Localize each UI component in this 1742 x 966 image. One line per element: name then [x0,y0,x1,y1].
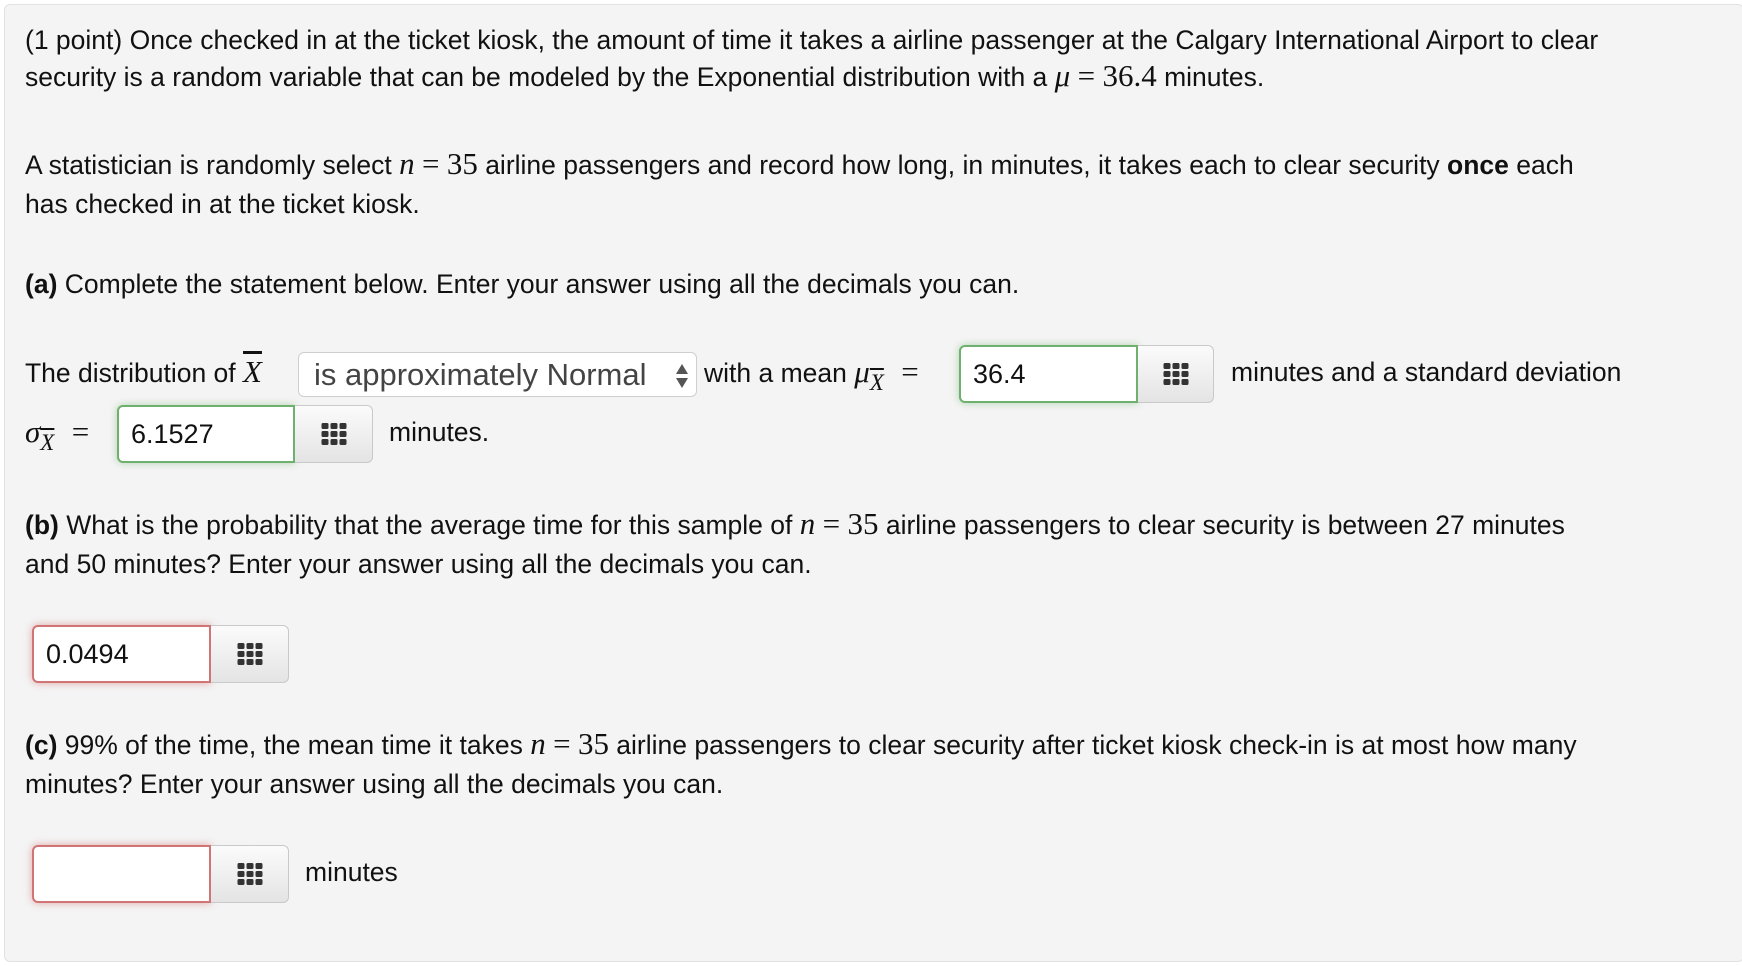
para2-text: each [1508,150,1574,180]
part-b-label: (b) [25,510,59,540]
part-b-answer-input[interactable]: 0.0494 [32,625,211,683]
part-c-line-2: minutes? Enter your answer using all the… [25,764,723,804]
n-symbol: n [530,726,546,761]
n-value: 35 [577,726,609,761]
intro-line-2: security is a random variable that can b… [25,56,1264,97]
part-a-instruction: Complete the statement below. Enter your… [57,269,1020,299]
part-b-answer-group: 0.0494 [32,625,289,683]
part-b-text: airline passengers to clear security is … [878,510,1565,540]
n-symbol: n [399,146,415,181]
distribution-select[interactable]: is approximately Normal [298,352,697,397]
part-c-line-1: (c) 99% of the time, the mean time it ta… [25,724,1577,765]
n-symbol: n [799,506,816,541]
mu-symbol: μ [1054,58,1071,93]
mean-label: with a mean μX = [704,352,919,395]
keypad-grid-icon [237,643,262,665]
equals-sign: = [1077,58,1096,93]
equals-sign: = [71,414,90,449]
mean-answer-input[interactable]: 36.4 [959,345,1138,403]
part-c-keypad-button[interactable] [211,845,289,903]
part-c-answer-input[interactable] [32,845,211,903]
xbar-subscript: X [869,370,884,395]
mean-answer-group: 36.4 [959,345,1214,403]
para2-line-1: A statistician is randomly select n = 35… [25,144,1574,185]
part-b-text: and 50 minutes? Enter your answer using … [25,549,812,579]
part-a-row1-lead: The distribution of X [25,352,262,393]
part-c-label: (c) [25,730,58,760]
part-a-label: (a) [25,269,58,299]
intro-line-1: (1 point) Once checked in at the ticket … [25,20,1598,60]
part-b-keypad-button[interactable] [211,625,289,683]
para2-text: has checked in at the ticket kiosk. [25,189,420,219]
keypad-grid-icon [1163,363,1188,385]
part-c-text: airline passengers to clear security aft… [608,730,1577,760]
part-a-heading: (a) Complete the statement below. Enter … [25,264,1019,304]
para2-text: airline passengers and record how long, … [477,150,1448,180]
sd-label-text: minutes and a standard deviation [1231,352,1621,392]
minutes-text: minutes. [389,417,490,447]
mean-text: with a mean [704,358,855,388]
keypad-grid-icon [237,863,262,885]
intro-text: (1 point) Once checked in at the ticket … [25,25,1599,55]
n-value: 35 [446,146,478,181]
part-b-line-1: (b) What is the probability that the ave… [25,504,1565,545]
part-c-unit: minutes [305,852,398,892]
para2-line-2: has checked in at the ticket kiosk. [25,184,420,224]
sd-answer-input[interactable]: 6.1527 [117,405,295,463]
xbar-subscript: X [40,430,55,455]
mean-keypad-button[interactable] [1138,345,1214,403]
equals-sign: = [421,146,440,181]
keypad-grid-icon [321,423,346,445]
intro-text: security is a random variable that can b… [25,62,1055,92]
equals-sign: = [553,726,571,761]
xbar-symbol: X [243,354,262,389]
part-b-text: What is the probability that the average… [58,510,800,540]
n-value: 35 [847,506,879,541]
mu-value: 36.4 [1102,58,1157,93]
sigma-symbol: σ [25,414,41,449]
equals-sign: = [822,506,841,541]
distribution-text: The distribution of [25,358,244,388]
distribution-select-value: is approximately Normal [314,357,647,392]
minutes-text: minutes [305,857,398,887]
mu-symbol: μ [854,354,870,389]
part-b-line-2: and 50 minutes? Enter your answer using … [25,544,812,584]
part-c-answer-group [32,845,289,903]
sd-text: minutes and a standard deviation [1231,357,1622,387]
sigma-label: σX = [25,412,89,455]
bold-once: once [1447,150,1509,180]
sd-answer-group: 6.1527 [117,405,373,463]
part-c-text: minutes? Enter your answer using all the… [25,769,724,799]
intro-text: minutes. [1156,62,1265,92]
sd-keypad-button[interactable] [295,405,373,463]
part-c-text: 99% of the time, the mean time it takes [57,730,531,760]
up-down-arrows-icon [676,364,688,388]
para2-text: A statistician is randomly select [25,150,400,180]
equals-sign: = [901,354,919,389]
sd-unit: minutes. [389,412,489,452]
